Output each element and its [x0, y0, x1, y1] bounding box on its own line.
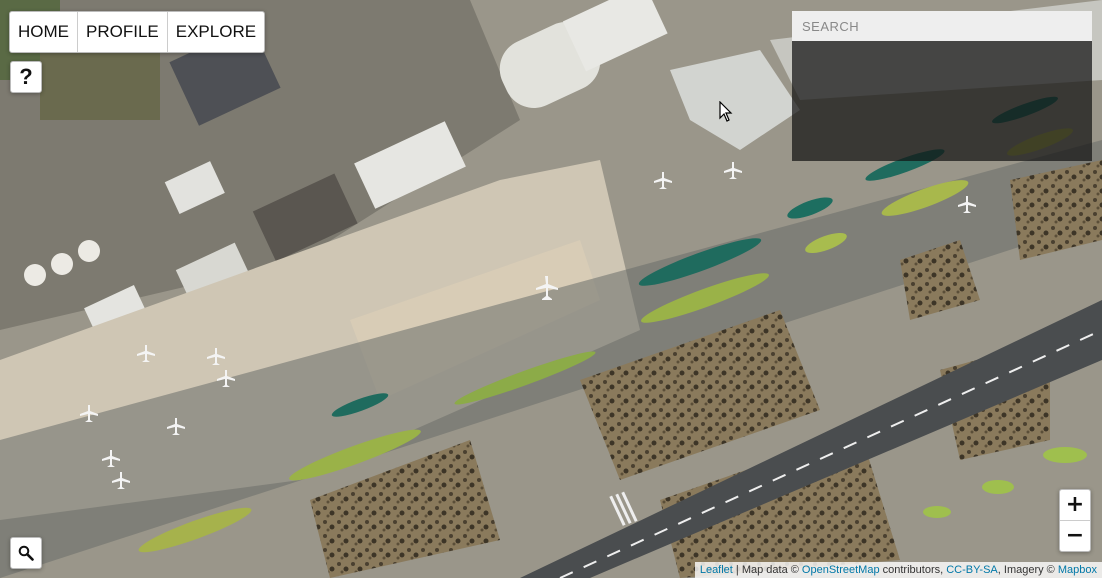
- attrib-text-3: , Imagery ©: [997, 564, 1058, 576]
- nav-home[interactable]: HOME: [10, 12, 78, 52]
- nav-explore[interactable]: EXPLORE: [168, 12, 264, 52]
- nav-profile[interactable]: PROFILE: [78, 12, 168, 52]
- zoom-in-button[interactable]: +: [1060, 490, 1090, 521]
- map-attribution: Leaflet | Map data © OpenStreetMap contr…: [694, 562, 1102, 578]
- pointer-cursor-icon: [719, 100, 733, 128]
- magnifier-icon: [18, 545, 34, 561]
- attrib-text-2: contributors,: [879, 564, 947, 576]
- license-link[interactable]: CC-BY-SA: [946, 564, 998, 576]
- zoom-control: + −: [1059, 489, 1091, 552]
- osm-link[interactable]: OpenStreetMap: [802, 564, 880, 576]
- help-button[interactable]: ?: [10, 61, 42, 93]
- zoom-out-button[interactable]: −: [1060, 521, 1090, 551]
- attrib-text-1: | Map data ©: [732, 564, 802, 576]
- main-nav: HOME PROFILE EXPLORE: [9, 11, 266, 53]
- search-input[interactable]: [792, 11, 1092, 41]
- search-panel: [792, 11, 1092, 161]
- map-search-button[interactable]: [10, 537, 42, 569]
- mapbox-link[interactable]: Mapbox: [1058, 564, 1097, 576]
- leaflet-link[interactable]: Leaflet: [700, 564, 733, 576]
